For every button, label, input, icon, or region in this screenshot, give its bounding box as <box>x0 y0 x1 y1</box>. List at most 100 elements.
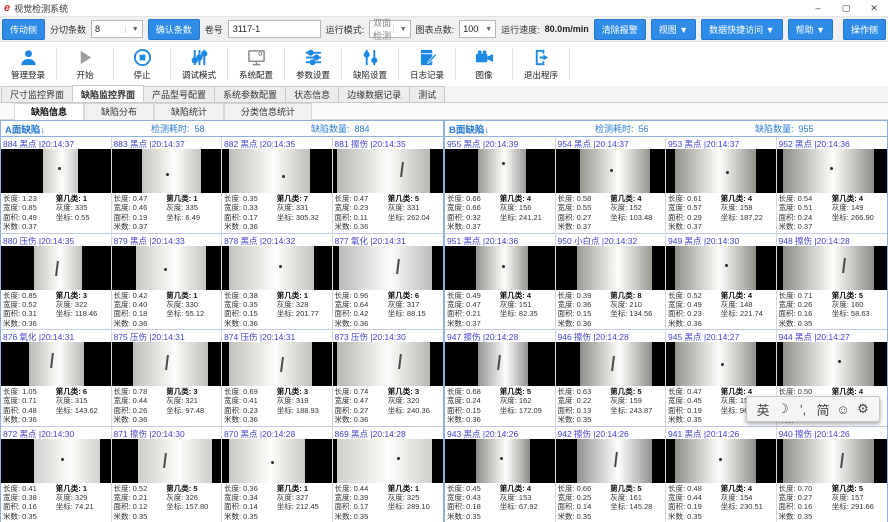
defect-cell[interactable]: 879 黑点 |20:14:33 长度: 0.42宽度: 0.40面积: 0.1… <box>112 234 223 331</box>
ime-emoji-icon[interactable]: ☺ <box>835 402 851 417</box>
stat-line: 米数: 0.37 <box>447 222 500 231</box>
defect-cell[interactable]: 943 黑点 |20:14:26 长度: 0.45宽度: 0.43面积: 0.1… <box>445 427 556 522</box>
toolbar-button-user-login[interactable]: 管理登录 <box>2 42 54 86</box>
defect-cell[interactable]: 875 压伤 |20:14:31 长度: 0.78宽度: 0.44面积: 0.2… <box>112 330 223 427</box>
toolbar-button-debug-mode[interactable]: 调试模式 <box>173 42 225 86</box>
run-mode-dropdown[interactable]: 双面检测▼ <box>369 20 411 38</box>
panel-title: B面缺陷↓ <box>445 122 595 136</box>
stat-line: 第几类: 4 <box>832 387 885 396</box>
stat-line: 灰度: 317 <box>388 300 441 309</box>
subtab-4[interactable]: 分类信息统计 <box>224 103 312 120</box>
operate-side-button[interactable]: 操作侧 <box>843 19 886 40</box>
defect-cell[interactable]: 946 擦伤 |20:14:28 长度: 0.63宽度: 0.22面积: 0.1… <box>556 330 667 427</box>
stat-line: 灰度: 315 <box>56 396 109 405</box>
chart-points-dropdown[interactable]: 100▼ <box>459 20 496 38</box>
defect-cell[interactable]: 884 黑点 |20:14:37 长度: 1.23宽度: 0.85面积: 0.4… <box>1 137 112 234</box>
stat-line: 宽度: 0.57 <box>668 203 721 212</box>
ime-moon-icon[interactable]: ☽ <box>775 401 791 417</box>
toolbar-button-camera[interactable]: 图像 <box>458 42 510 86</box>
stat-line: 灰度: 161 <box>610 493 663 502</box>
view-menu-button[interactable]: 视图 ▼ <box>651 19 696 40</box>
ime-lang-english[interactable]: 英 <box>755 400 771 419</box>
slit-count-dropdown[interactable]: 8▼ <box>91 20 143 38</box>
stat-line: 灰度: 319 <box>277 396 330 405</box>
tab-7[interactable]: 测试 <box>409 86 445 102</box>
defect-stats: 长度: 0.63宽度: 0.22面积: 0.13米数: 0.35 第几类: 5灰… <box>556 386 666 426</box>
defect-cell[interactable]: 878 黑点 |20:14:32 长度: 0.38宽度: 0.35面积: 0.1… <box>222 234 333 331</box>
stat-line: 灰度: 331 <box>277 203 330 212</box>
stat-line: 坐标: 58.63 <box>832 309 885 318</box>
chart-points-label: 图表点数: <box>416 23 455 36</box>
stat-line: 坐标: 266.90 <box>832 213 885 222</box>
sub-tab-bar: 缺陷信息缺陷分布缺陷统计分类信息统计 <box>0 103 888 120</box>
data-quick-access-menu-button[interactable]: 数据快捷访问 ▼ <box>701 19 782 40</box>
help-menu-button[interactable]: 帮助 ▼ <box>788 19 833 40</box>
stat-line: 坐标: 118.46 <box>56 309 109 318</box>
main-tab-bar: 尺寸监控界面缺陷监控界面产品型号配置系统参数配置状态信息边缘数据记录测试 <box>0 86 888 103</box>
confirm-count-button[interactable]: 确认条数 <box>148 19 200 40</box>
minimize-button[interactable]: – <box>804 0 832 16</box>
stat-line: 米数: 0.36 <box>224 415 277 424</box>
toolbar-button-log-record[interactable]: 日志记录 <box>401 42 453 86</box>
stat-line: 宽度: 0.52 <box>3 300 56 309</box>
defect-cell[interactable]: 871 擦伤 |20:14:30 长度: 0.52宽度: 0.21面积: 0.1… <box>112 427 223 522</box>
clear-alarm-button[interactable]: 清除报警 <box>594 19 646 40</box>
subtab-1[interactable]: 缺陷信息 <box>14 103 84 120</box>
defect-cell[interactable]: 948 擦伤 |20:14:28 长度: 0.71宽度: 0.26面积: 0.1… <box>777 234 888 331</box>
toolbar-button-defect-settings[interactable]: 缺陷设置 <box>344 42 396 86</box>
defect-cell[interactable]: 954 黑点 |20:14:37 长度: 0.58宽度: 0.55面积: 0.2… <box>556 137 667 234</box>
defect-cell[interactable]: 950 小白点 |20:14:32 长度: 0.39宽度: 0.36面积: 0.… <box>556 234 667 331</box>
defect-cell[interactable]: 869 黑点 |20:14:28 长度: 0.44宽度: 0.39面积: 0.1… <box>333 427 444 522</box>
toolbar-button-system-config[interactable]: 系统配置 <box>230 42 282 86</box>
defect-cell[interactable]: 942 擦伤 |20:14:26 长度: 0.66宽度: 0.25面积: 0.1… <box>556 427 667 522</box>
defect-cell[interactable]: 876 氧化 |20:14:31 长度: 1.05宽度: 0.71面积: 0.4… <box>1 330 112 427</box>
toolbar-button-stop[interactable]: 停止 <box>116 42 168 86</box>
chevron-down-icon: ▼ <box>125 26 139 33</box>
stat-line: 长度: 0.41 <box>3 484 56 493</box>
drive-side-button[interactable]: 传动侧 <box>2 19 45 40</box>
defect-cell-header: 944 黑点 |20:14:27 <box>777 330 888 342</box>
defect-cell[interactable]: 881 擦伤 |20:14:35 长度: 0.47宽度: 0.23面积: 0.1… <box>333 137 444 234</box>
ime-simplified-chinese[interactable]: 简 <box>815 400 831 419</box>
tab-4[interactable]: 系统参数配置 <box>214 86 286 102</box>
defect-cell[interactable]: 941 黑点 |20:14:26 长度: 0.48宽度: 0.44面积: 0.1… <box>666 427 777 522</box>
maximize-button[interactable]: ▢ <box>832 0 860 16</box>
toolbar-button-play[interactable]: 开始 <box>59 42 111 86</box>
roll-number-input[interactable]: 3117-1 <box>228 20 321 38</box>
defect-cell[interactable]: 874 压伤 |20:14:31 长度: 0.69宽度: 0.41面积: 0.2… <box>222 330 333 427</box>
tab-5[interactable]: 状态信息 <box>285 86 339 102</box>
stat-line: 宽度: 0.43 <box>447 493 500 502</box>
toolbar-button-label: 退出程序 <box>524 69 558 81</box>
ime-punctuation-icon[interactable]: ’, <box>795 402 811 417</box>
defect-cell[interactable]: 870 黑点 |20:14:28 长度: 0.36宽度: 0.34面积: 0.1… <box>222 427 333 522</box>
defect-cell[interactable]: 872 黑点 |20:14:30 长度: 0.41宽度: 0.38面积: 0.1… <box>1 427 112 522</box>
defect-cell[interactable]: 880 压伤 |20:14:35 长度: 0.85宽度: 0.52面积: 0.3… <box>1 234 112 331</box>
defect-cell[interactable]: 877 氧化 |20:14:31 长度: 0.96宽度: 0.64面积: 0.4… <box>333 234 444 331</box>
toolbar-button-exit[interactable]: 退出程序 <box>515 42 567 86</box>
stat-line: 面积: 0.21 <box>447 309 500 318</box>
defect-cell-header: 869 黑点 |20:14:28 <box>333 427 444 439</box>
ime-settings-icon[interactable]: ⚙ <box>855 401 871 417</box>
run-mode-label: 运行模式: <box>326 23 365 36</box>
close-button[interactable]: ✕ <box>860 0 888 16</box>
tab-3[interactable]: 产品型号配置 <box>143 86 215 102</box>
subtab-2[interactable]: 缺陷分布 <box>84 103 154 120</box>
defect-cell[interactable]: 883 黑点 |20:14:37 长度: 0.47宽度: 0.46面积: 0.1… <box>112 137 223 234</box>
defect-cell[interactable]: 882 黑点 |20:14:35 长度: 0.35宽度: 0.33面积: 0.1… <box>222 137 333 234</box>
defect-cell[interactable]: 953 黑点 |20:14:37 长度: 0.61宽度: 0.57面积: 0.2… <box>666 137 777 234</box>
defect-stats: 长度: 0.44宽度: 0.39面积: 0.17米数: 0.35 第几类: 1灰… <box>333 483 444 522</box>
tab-6[interactable]: 边缘数据记录 <box>338 86 410 102</box>
stat-line: 灰度: 210 <box>610 300 663 309</box>
toolbar-button-param-settings[interactable]: 参数设置 <box>287 42 339 86</box>
defect-cell[interactable]: 951 黑点 |20:14:36 长度: 0.49宽度: 0.47面积: 0.2… <box>445 234 556 331</box>
defect-cell[interactable]: 873 压伤 |20:14:30 长度: 0.74宽度: 0.47面积: 0.2… <box>333 330 444 427</box>
defect-cell[interactable]: 952 黑点 |20:14:36 长度: 0.54宽度: 0.51面积: 0.2… <box>777 137 888 234</box>
defect-cell[interactable]: 955 黑点 |20:14:39 长度: 0.66宽度: 0.66面积: 0.3… <box>445 137 556 234</box>
defect-cell[interactable]: 949 黑点 |20:14:30 长度: 0.52宽度: 0.49面积: 0.2… <box>666 234 777 331</box>
defect-cell[interactable]: 940 擦伤 |20:14:26 长度: 0.70宽度: 0.27面积: 0.1… <box>777 427 888 522</box>
tab-2[interactable]: 缺陷监控界面 <box>72 85 144 102</box>
defect-cell[interactable]: 947 擦伤 |20:14:28 长度: 0.68宽度: 0.24面积: 0.1… <box>445 330 556 427</box>
stat-line: 米数: 0.36 <box>224 222 277 231</box>
subtab-3[interactable]: 缺陷统计 <box>154 103 224 120</box>
tab-1[interactable]: 尺寸监控界面 <box>1 86 73 102</box>
